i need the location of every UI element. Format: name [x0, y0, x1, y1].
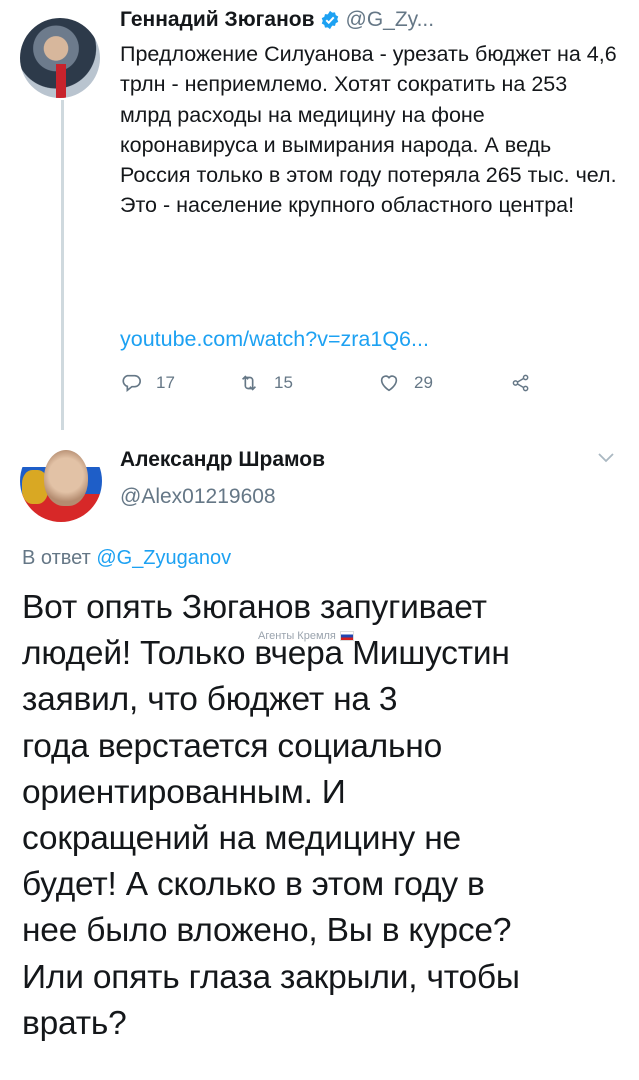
tweet-link[interactable]: youtube.com/watch?v=zra1Q6... — [120, 327, 429, 352]
tweet-header: Геннадий Зюганов @G_Zy... — [120, 8, 434, 32]
author-name[interactable]: Александр Шрамов — [120, 448, 325, 472]
share-button[interactable] — [510, 372, 546, 394]
tweet-text-line: нее было вложено, Вы в курсе? — [22, 912, 512, 950]
reply-handle-link[interactable]: @G_Zyuganov — [96, 547, 231, 569]
tweet-text-line: ориентированным. И — [22, 773, 346, 811]
chevron-down-icon[interactable] — [597, 452, 615, 464]
avatar[interactable] — [20, 440, 102, 522]
tweet-text-line: заявил, что бюджет на 3 — [22, 681, 398, 719]
like-count: 29 — [414, 373, 433, 392]
tweet-text-line: будет! А сколько в этом году в — [22, 866, 485, 904]
tweet-text-line: Или опять глаза закрыли, чтобы — [22, 958, 520, 996]
avatar[interactable] — [20, 18, 100, 98]
thread-connector — [61, 100, 64, 430]
like-button[interactable]: 29 — [378, 372, 433, 394]
heart-icon — [380, 375, 398, 392]
reply-button[interactable]: 17 — [120, 372, 175, 394]
russian-flag-icon — [339, 631, 354, 641]
reply-context: В ответ @G_Zyuganov — [22, 547, 231, 570]
watermark-text: Агенты Кремля — [258, 630, 336, 642]
retweet-button[interactable]: 15 — [238, 372, 293, 394]
tweet-actions: 17 15 29 — [120, 372, 540, 402]
author-handle[interactable]: @G_Zy... — [346, 8, 435, 32]
retweet-icon — [241, 375, 257, 391]
tweet-text-line: года верстается социально — [22, 727, 442, 765]
retweet-count: 15 — [274, 373, 293, 392]
tweet-text: Вот опять Зюганов запугивает людей! Толь… — [22, 585, 622, 1047]
reply-icon — [122, 374, 141, 393]
tweet-text: Предложение Силуанова - урезать бюджет н… — [120, 42, 617, 218]
watermark: Агенты Кремля — [258, 630, 354, 642]
author-handle[interactable]: @Alex01219608 — [120, 485, 276, 509]
author-name[interactable]: Геннадий Зюганов — [120, 8, 315, 32]
reply-count: 17 — [156, 373, 175, 392]
share-icon — [512, 374, 529, 392]
tweet-text-line: сокращений на медицину не — [22, 820, 461, 858]
tweet-text-line: врать? — [22, 1004, 127, 1042]
reply-prefix: В ответ — [22, 547, 97, 569]
verified-badge-icon — [321, 10, 338, 30]
tweet-text-line: Вот опять Зюганов запугивает — [22, 589, 487, 626]
